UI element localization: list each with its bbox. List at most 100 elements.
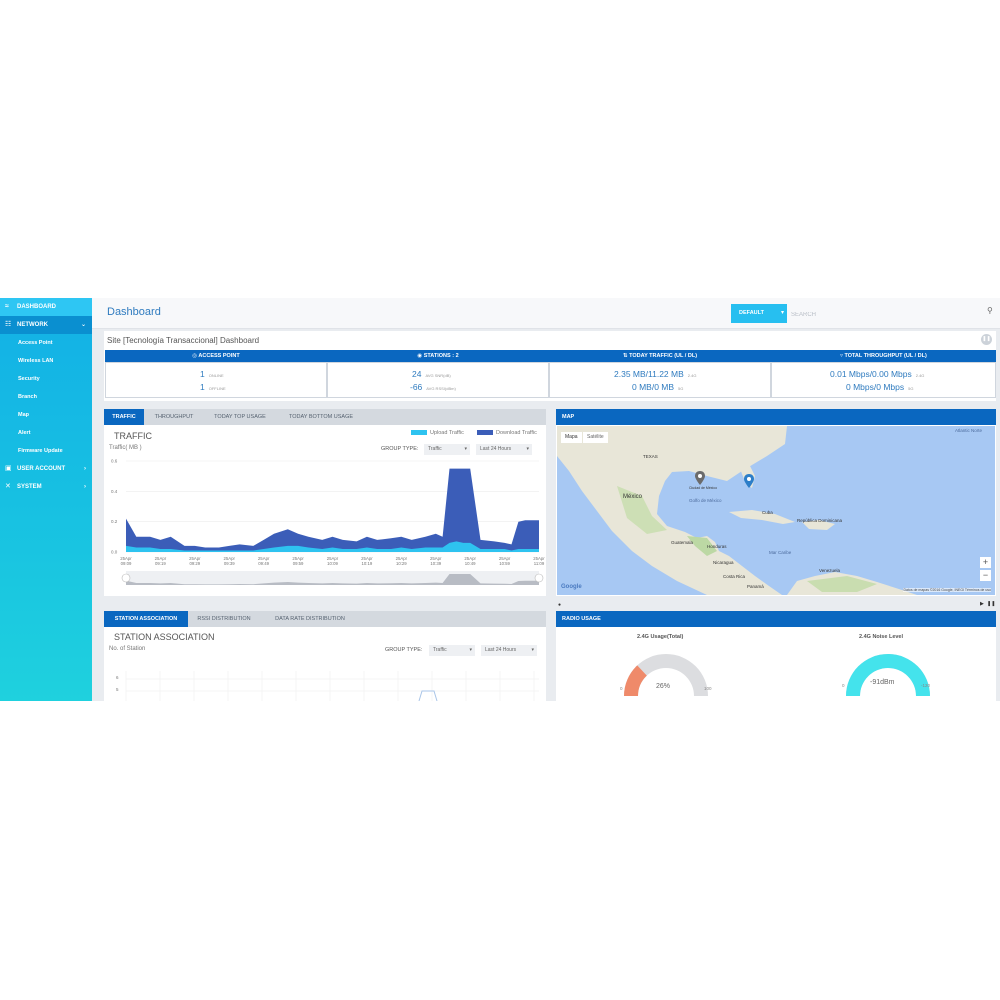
camera-icon[interactable]: ● — [558, 602, 561, 608]
search-input[interactable] — [789, 305, 993, 324]
gauge-min-noise: 0 — [842, 683, 845, 688]
map-label: República Dominicana — [797, 518, 843, 523]
sidebar-subitem-map[interactable]: Map — [0, 406, 92, 424]
stat-cell-total-throughput: 0.01 Mbps/0.00 Mbps 2.4G 0 Mbps/0 Mbps 5G — [771, 362, 996, 398]
legend-download: Download Traffic — [477, 430, 537, 436]
tab-station-association[interactable]: STATION ASSOCIATION — [104, 611, 188, 627]
sidebar-subitem-branch[interactable]: Branch — [0, 388, 92, 406]
stat-value: 1 — [200, 369, 205, 379]
stat-label: 2.4G — [687, 373, 697, 378]
station-association-panel: STATION ASSOCIATION RSSI DISTRIBUTION DA… — [104, 611, 546, 701]
map-label: Atlantic Norte — [955, 428, 983, 433]
site-title: Site [Tecnología Transaccional] Dashboar… — [107, 336, 260, 345]
map-label: Ciudad de México — [689, 486, 718, 490]
sidebar-item-system[interactable]: ✕ SYSTEM › — [0, 478, 92, 496]
stat-value: 0 MB/0 MB — [632, 382, 675, 392]
sidebar-subitem-wireless-lan[interactable]: Wireless LAN — [0, 352, 92, 370]
sidebar-subitem-access-point[interactable]: Access Point — [0, 334, 92, 352]
range-select[interactable]: Last 24 Hours ▾ — [481, 645, 537, 656]
map-label: Golfo de México — [689, 498, 722, 503]
sidebar-subitem-firmware-update[interactable]: Firmware Update — [0, 442, 92, 460]
gauge-fill — [846, 654, 930, 696]
search-icon[interactable]: ⚲ — [987, 306, 993, 315]
sidebar-subitem-alert[interactable]: Alert — [0, 424, 92, 442]
gauge-label-noise: 2.4G Noise Level — [859, 634, 904, 640]
map-type-satellite[interactable]: Satélite — [583, 432, 608, 443]
stat-value: 0 Mbps/0 Mbps — [846, 382, 905, 392]
traffic-panel: TRAFFIC THROUGHPUT TODAY TOP USAGE TODAY… — [104, 409, 546, 596]
x-tick-label: 25Apr 09:49 — [258, 556, 270, 566]
zoom-out-button[interactable]: − — [980, 570, 991, 581]
zoom-in-button[interactable]: + — [980, 557, 991, 568]
tab-data-rate-distribution[interactable]: DATA RATE DISTRIBUTION — [262, 611, 358, 627]
range-select[interactable]: Last 24 Hours ▾ — [476, 444, 532, 455]
legend-label: Upload Traffic — [430, 430, 464, 436]
x-tick-label: 25Apr 10:29 — [396, 556, 408, 566]
x-tick-label: 25Apr 10:09 — [327, 556, 339, 566]
main-content: Dashboard DEFAULT ▾ ⚲ Site [Tecnología T… — [92, 298, 1000, 701]
legend-upload: Upload Traffic — [411, 430, 464, 436]
chevron-down-icon: ▾ — [526, 446, 529, 452]
google-logo: Google — [561, 584, 582, 590]
station-title: STATION ASSOCIATION — [114, 632, 215, 642]
stat-row-5g: 0 Mbps/0 Mbps 5G — [846, 380, 913, 392]
sidebar-item-network[interactable]: ☷ NETWORK ⌄ — [0, 316, 92, 334]
sidebar-item-label: DASHBOARD — [17, 304, 56, 310]
stat-row-offline: 1 OFFLINE — [200, 380, 226, 392]
map-title: MAP — [556, 409, 996, 425]
site-summary-panel: Site [Tecnología Transaccional] Dashboar… — [104, 331, 996, 401]
sidebar-item-user-account[interactable]: ▣ USER ACCOUNT › — [0, 460, 92, 478]
tab-rssi-distribution[interactable]: RSSI DISTRIBUTION — [190, 611, 258, 627]
map-type-map[interactable]: Mapa — [561, 432, 582, 443]
site-select-button[interactable]: DEFAULT ▾ — [731, 304, 787, 323]
gauge-max-usage: 100 — [704, 686, 712, 691]
series-area-download — [126, 468, 539, 552]
radio-usage-title: RADIO USAGE — [556, 611, 996, 627]
traffic-chart: 0.6 0.4 0.2 0.025Apr 09:09 25Apr 09:19 25Apr 09:… — [111, 459, 545, 585]
stat-header-label: ACCESS POINT — [198, 353, 240, 359]
map-marker-icon[interactable] — [744, 474, 754, 488]
stat-header-today-traffic: ⇅ TODAY TRAFFIC (UL / DL) — [549, 350, 771, 362]
tab-traffic[interactable]: TRAFFIC — [104, 409, 144, 425]
stat-label: 5G — [678, 386, 684, 391]
stat-label: 5G — [908, 386, 914, 391]
gauge-min-usage: 0 — [620, 686, 623, 691]
navigator-right-handle[interactable] — [534, 573, 544, 583]
sidebar-subitem-security[interactable]: Security — [0, 370, 92, 388]
station-vgrid — [125, 671, 535, 701]
stat-value: 24 — [412, 369, 422, 379]
stat-header-total-throughput: ▿ TOTAL THROUGHPUT (UL / DL) — [771, 350, 996, 362]
station-tabs: STATION ASSOCIATION RSSI DISTRIBUTION DA… — [104, 611, 546, 627]
stat-value: 0.01 Mbps/0.00 Mbps — [830, 369, 912, 379]
stat-header-label: STATIONS : 2 — [423, 353, 459, 359]
group-type-select[interactable]: Traffic ▾ — [424, 444, 470, 455]
stat-row-rssi: -66 AVG RSSI(dBm) — [410, 380, 456, 392]
chevron-down-icon: ▾ — [780, 310, 784, 316]
chevron-down-icon: ▾ — [531, 647, 534, 653]
map-label: Mar Caribe — [769, 550, 792, 555]
pause-icon[interactable]: ❚❚ — [987, 601, 995, 607]
sidebar-item-dashboard[interactable]: ≈ DASHBOARD — [0, 298, 92, 316]
x-tick-label: 25Apr 09:59 — [292, 556, 304, 566]
chevron-right-icon: › — [84, 484, 86, 490]
sidebar-item-label: SYSTEM — [17, 484, 42, 490]
group-type-select[interactable]: Traffic ▾ — [429, 645, 475, 656]
x-tick-label: 25Apr 09:19 — [155, 556, 167, 566]
sidebar-item-label: NETWORK — [17, 322, 48, 328]
navigator-left-handle[interactable] — [121, 573, 131, 583]
map-view[interactable]: Mapa Satélite TEXAS México Golfo de Méxi… — [557, 426, 995, 595]
chevron-down-icon: ▾ — [469, 647, 472, 653]
play-icon[interactable]: ▶ — [980, 601, 984, 607]
site-select-label: DEFAULT — [739, 310, 764, 316]
pause-icon[interactable]: ❚❚ — [981, 334, 992, 345]
station-series-line — [418, 690, 438, 701]
tab-today-bottom-usage[interactable]: TODAY BOTTOM USAGE — [278, 409, 364, 425]
y-tick-label: 0.6 — [111, 459, 118, 464]
x-tick-label: 25Apr 10:19 — [361, 556, 373, 566]
traffic-unit-label: Traffic( MB ) — [109, 445, 142, 451]
tab-today-top-usage[interactable]: TODAY TOP USAGE — [204, 409, 276, 425]
top-bar: Dashboard DEFAULT ▾ ⚲ — [92, 298, 1000, 329]
stat-header-label: TODAY TRAFFIC (UL / DL) — [629, 353, 698, 359]
tab-throughput[interactable]: THROUGHPUT — [146, 409, 202, 425]
map-marker-icon[interactable] — [695, 471, 705, 485]
